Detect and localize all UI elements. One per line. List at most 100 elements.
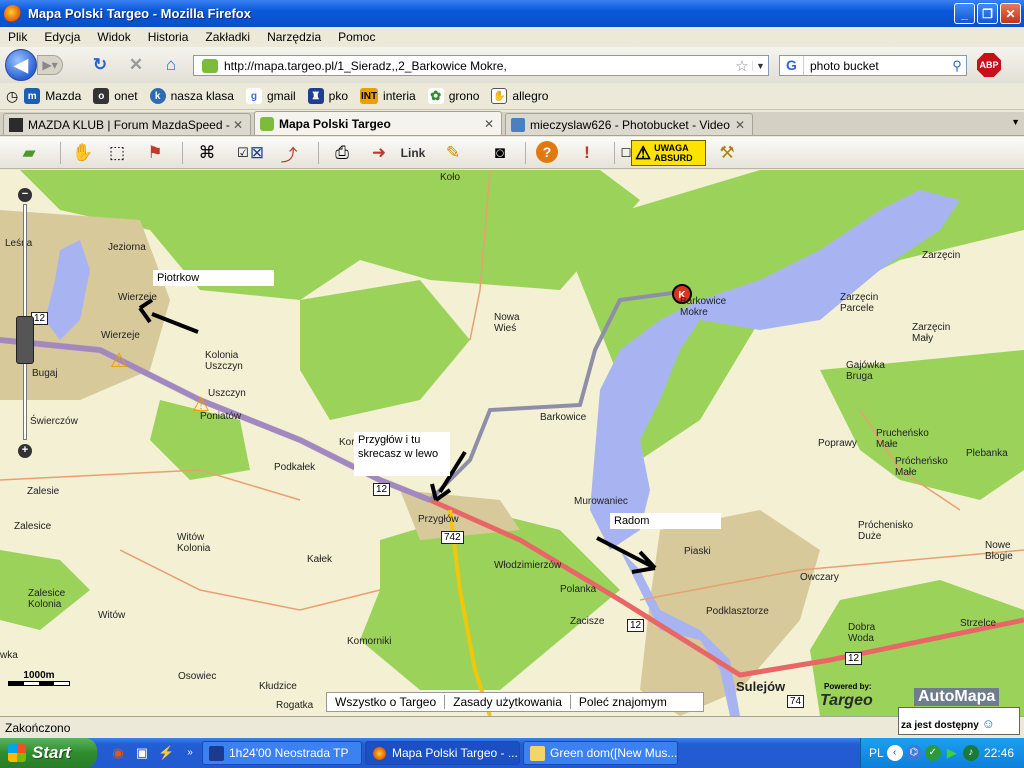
tab-mapa-polski[interactable]: Mapa Polski Targeo ✕ xyxy=(254,111,502,135)
desktop-quicklaunch-icon[interactable]: ▣ xyxy=(134,745,150,761)
search-icon[interactable]: ⚲ xyxy=(948,58,966,74)
route-a-b-icon[interactable]: ⤴ xyxy=(276,141,302,165)
warning-triangle-icon: ⚠ xyxy=(635,143,652,163)
menu-edycja[interactable]: Edycja xyxy=(36,30,89,44)
address-bar[interactable]: http://mapa.targeo.pl/1_Sieradz,,2_Barko… xyxy=(193,55,769,76)
map-footer-links: Wszystko o Targeo Zasady użytkowania Pol… xyxy=(326,692,704,712)
camera-icon[interactable]: ◙ xyxy=(487,141,513,165)
bookmark-onet[interactable]: o onet xyxy=(93,88,138,104)
minimize-button[interactable]: _ xyxy=(954,3,975,24)
link-icon[interactable]: ➜ xyxy=(366,141,392,165)
uwaga-absurd-badge[interactable]: ⚠ UWAGA ABSURD xyxy=(631,140,706,166)
task-neostrada[interactable]: 1h24'00 Neostrada TP xyxy=(202,741,362,765)
zoom-slider-thumb[interactable] xyxy=(16,316,34,364)
roadwork-icon[interactable]: ⚠ xyxy=(110,348,128,373)
back-arrow-icon: ◀ xyxy=(14,54,28,75)
link-button[interactable]: Link xyxy=(396,141,430,165)
reload-icon[interactable]: ↻ xyxy=(91,56,109,74)
window-titlebar: Mapa Polski Targeo - Mozilla Firefox _ ❐… xyxy=(0,0,1024,27)
place-label: Przygłów xyxy=(418,514,459,525)
volume-icon[interactable]: ♪ xyxy=(962,745,979,761)
menu-pomoc[interactable]: Pomoc xyxy=(330,30,384,44)
firefox-quicklaunch-icon[interactable]: ◉ xyxy=(110,745,126,761)
close-tab-icon[interactable]: ✕ xyxy=(733,118,747,132)
winamp-quicklaunch-icon[interactable]: ⚡ xyxy=(158,745,174,761)
place-label: Zarzęcin Parcele xyxy=(840,292,879,314)
map-canvas[interactable]: ⚠ ⚠ K Koło Jeziorna Leśna Wierzeje Wierz… xyxy=(0,170,1024,716)
tab-mazda-klub[interactable]: MAZDA KLUB | Forum MazdaSpeed - Na... ✕ xyxy=(3,113,251,135)
firefox-icon xyxy=(4,4,22,23)
url-text[interactable]: http://mapa.targeo.pl/1_Sieradz,,2_Barko… xyxy=(224,59,732,73)
start-button[interactable]: Start xyxy=(0,738,97,768)
close-button[interactable]: ✕ xyxy=(1000,3,1021,24)
uwaga-line1: UWAGA xyxy=(654,143,689,153)
menu-zakladki[interactable]: Zakładki xyxy=(197,30,259,44)
alert-icon[interactable]: ! xyxy=(574,141,600,165)
mazda-icon: m xyxy=(24,88,41,104)
task-green-dom[interactable]: Green dom([New Mus... xyxy=(523,741,678,765)
print-icon[interactable]: ⎙ xyxy=(329,141,355,165)
search-input[interactable]: photo bucket xyxy=(804,59,948,73)
google-engine-icon[interactable]: G xyxy=(780,56,804,75)
quicklaunch-more-icon[interactable]: » xyxy=(182,745,198,761)
menu-plik[interactable]: Plik xyxy=(0,30,36,44)
zoom-in-button[interactable]: + xyxy=(18,444,32,458)
toolbar-separator xyxy=(182,142,183,164)
close-tab-icon[interactable]: ✕ xyxy=(231,118,245,132)
annotation-turn-line2: skrecasz w lewo xyxy=(358,448,439,460)
stop-icon[interactable]: ✕ xyxy=(127,56,145,74)
zoom-out-button[interactable]: − xyxy=(18,188,32,202)
link-zasady-uzytkowania[interactable]: Zasady użytkowania xyxy=(445,695,571,709)
place-label: Strzelce xyxy=(960,618,997,629)
photobucket-favicon-icon xyxy=(511,117,525,132)
maximize-button[interactable]: ❐ xyxy=(977,3,998,24)
place-label: Próchenisko Duże xyxy=(858,520,914,542)
help-icon[interactable]: ? xyxy=(536,141,558,163)
close-tab-icon[interactable]: ✕ xyxy=(482,117,496,131)
forward-button[interactable]: ▶▾ xyxy=(37,55,63,75)
navigation-toolbar: ◀ ▶▾ ↻ ✕ ⌂ http://mapa.targeo.pl/1_Siera… xyxy=(0,47,1024,83)
url-dropdown-icon[interactable]: ▼ xyxy=(752,60,768,71)
place-label: Nowe Błogie xyxy=(985,540,1013,562)
road-number-badge: 742 xyxy=(441,531,464,544)
bookmark-star-icon[interactable]: ☆ xyxy=(732,57,752,75)
task-firefox[interactable]: Mapa Polski Targeo - ... xyxy=(365,741,520,765)
bookmark-mazda[interactable]: m Mazda xyxy=(24,88,81,104)
automapa-logo: AutoMapa xyxy=(914,688,1000,706)
tools-icon[interactable]: ⚒ xyxy=(714,141,740,165)
network-icon[interactable]: ⌬ xyxy=(905,745,922,761)
bookmark-nasza-klasa[interactable]: k nasza klasa xyxy=(149,88,234,104)
home-icon[interactable]: ⌂ xyxy=(162,56,180,74)
menu-narzedzia[interactable]: Narzędzia xyxy=(259,30,330,44)
tab-list-icon[interactable]: ▼ xyxy=(1011,117,1020,127)
play-icon[interactable]: ▶ xyxy=(944,745,960,761)
bookmark-allegro[interactable]: ✋ allegro xyxy=(491,88,548,104)
route-flag-icon[interactable]: ⚑ xyxy=(142,141,168,165)
tray-arrow-icon[interactable]: ‹ xyxy=(886,745,903,761)
menu-historia[interactable]: Historia xyxy=(140,30,198,44)
bookmark-interia[interactable]: INT interia xyxy=(360,88,416,104)
place-label: Zalesice xyxy=(14,521,52,532)
search-box[interactable]: G photo bucket ⚲ xyxy=(779,55,967,76)
automapa-availability-box[interactable]: za jest dostępny ☺ xyxy=(898,707,1020,735)
pan-hand-icon[interactable]: ✋ xyxy=(70,141,96,165)
back-button[interactable]: ◀ xyxy=(5,49,37,81)
security-icon[interactable]: ✓ xyxy=(924,745,941,761)
zoom-box-icon[interactable]: ⬚ xyxy=(104,141,130,165)
link-wszystko-o-targeo[interactable]: Wszystko o Targeo xyxy=(327,695,446,709)
bookmark-grono[interactable]: ✿ grono xyxy=(427,88,479,104)
bookmark-gmail[interactable]: g gmail xyxy=(245,88,296,104)
map-note-icon[interactable]: ✎ xyxy=(440,141,466,165)
link-polec-znajomym[interactable]: Poleć znajomym xyxy=(571,695,675,709)
adblock-icon[interactable]: ABP xyxy=(977,53,1001,77)
language-indicator[interactable]: PL xyxy=(869,746,884,760)
bookmark-pko[interactable]: ♜ pko xyxy=(307,88,348,104)
history-clock-icon[interactable]: ◷ xyxy=(6,88,18,105)
interia-icon: INT xyxy=(360,88,379,104)
map-home-icon[interactable]: ▰ xyxy=(16,141,42,165)
menu-widok[interactable]: Widok xyxy=(89,30,139,44)
place-label: Zalesice Kolonia xyxy=(28,588,66,610)
binoculars-icon[interactable]: ⌘ xyxy=(194,141,220,165)
clear-route-icon[interactable]: ⊠ xyxy=(244,141,270,165)
tab-photobucket[interactable]: mieczyslaw626 - Photobucket - Video a...… xyxy=(505,113,753,135)
